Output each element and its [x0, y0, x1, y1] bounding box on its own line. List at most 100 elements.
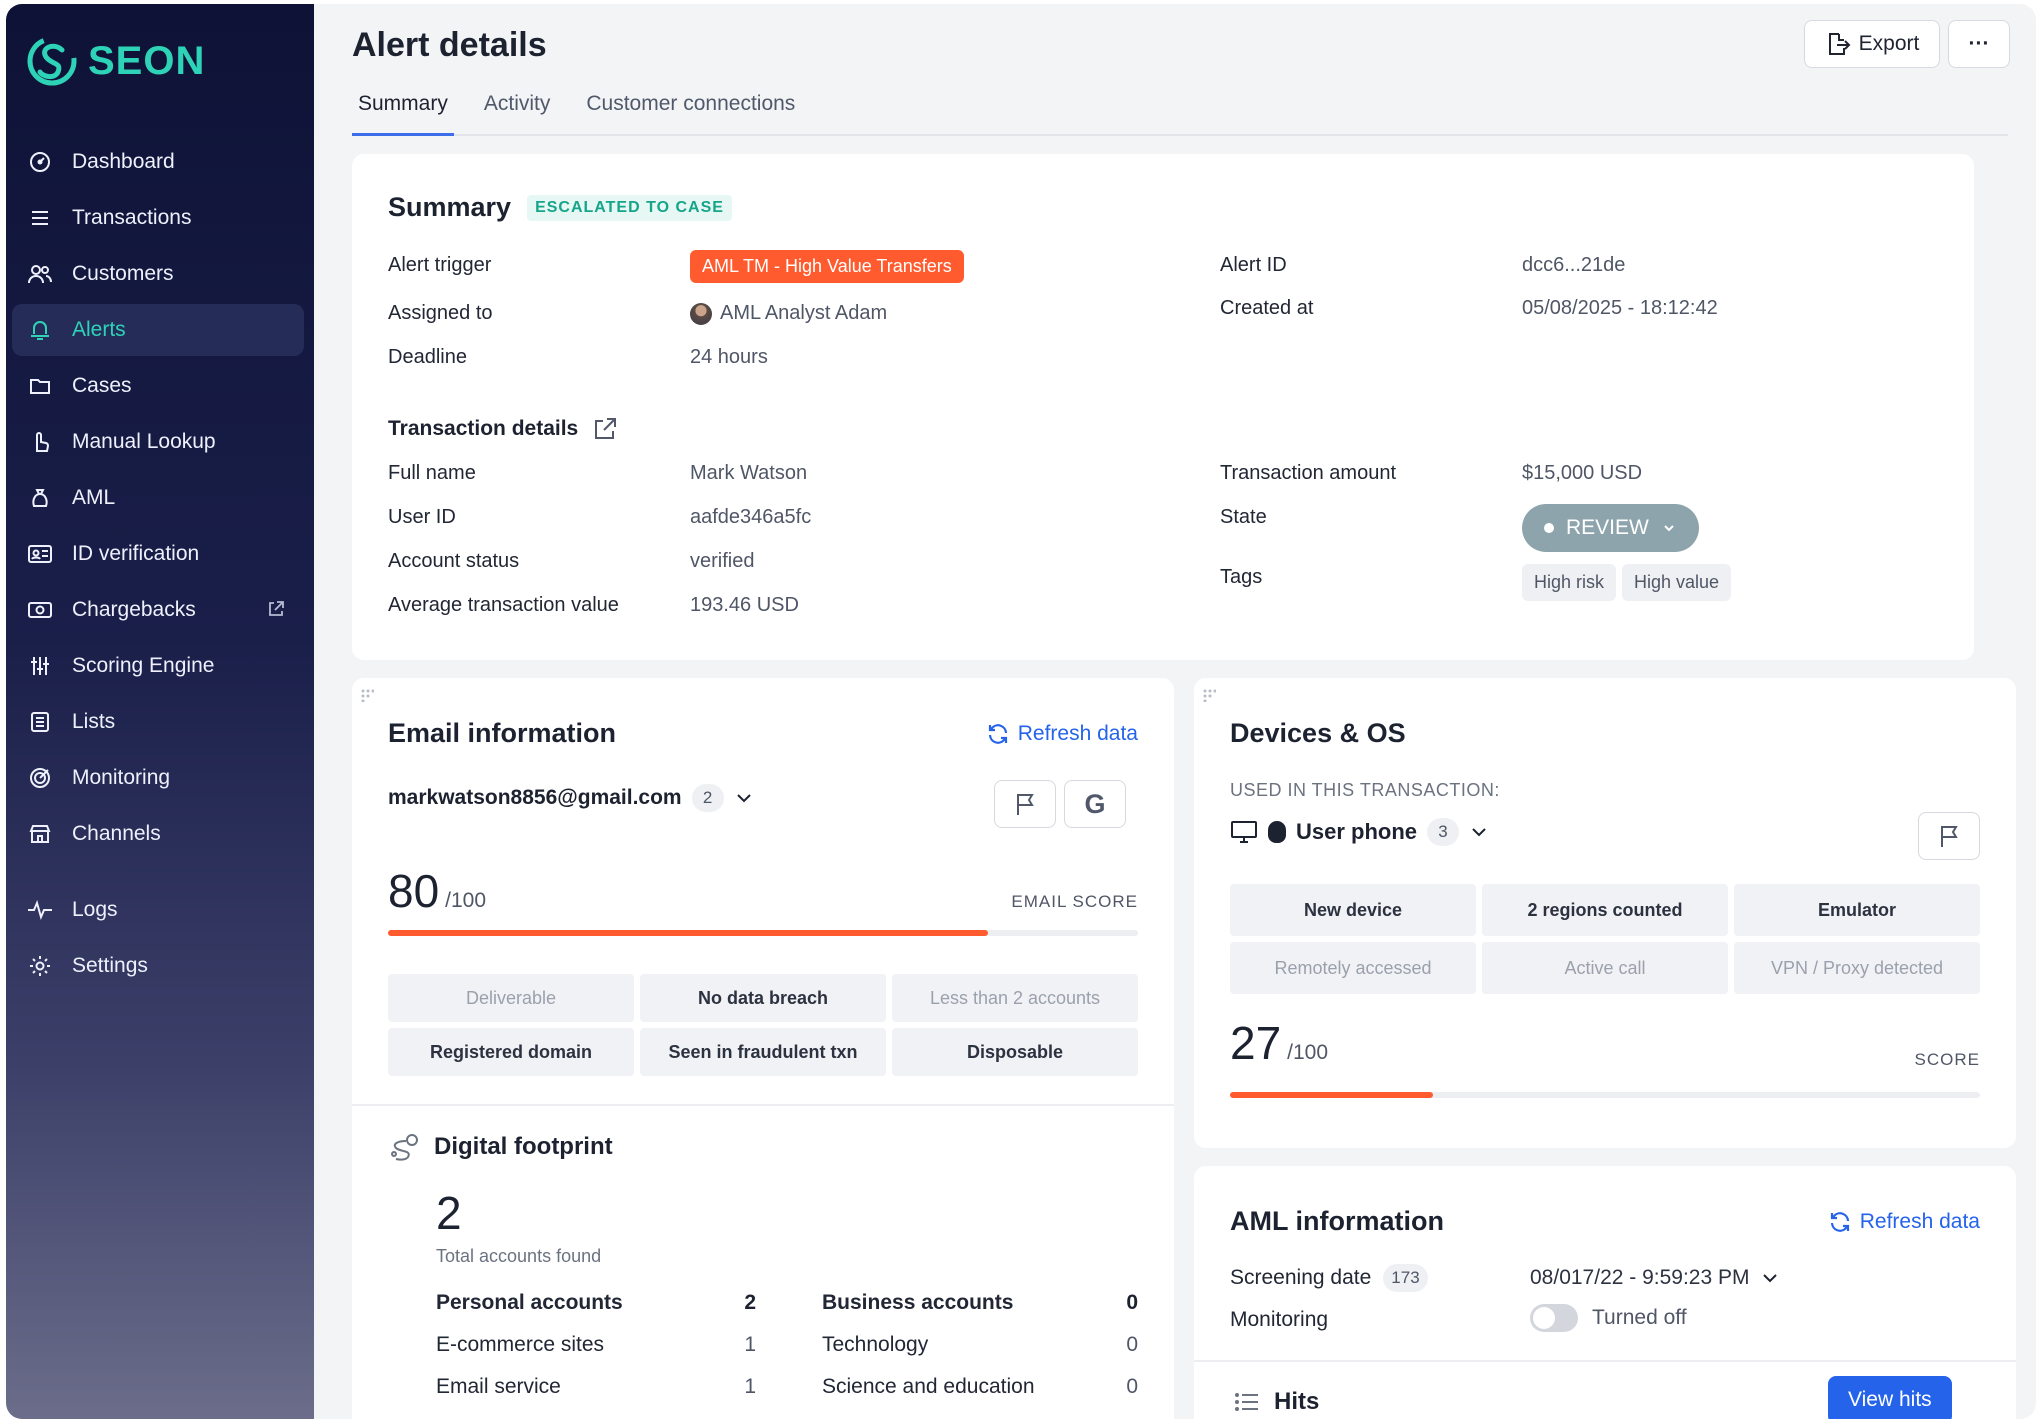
footprint-row: Science and education 0	[822, 1366, 1138, 1408]
external-link-icon	[269, 601, 284, 616]
state-dot-icon	[1544, 523, 1554, 533]
sidebar-item-logs[interactable]: Logs	[12, 884, 304, 936]
email-chip: Less than 2 accounts	[892, 974, 1138, 1022]
devices-title: Devices & OS	[1230, 718, 1406, 748]
aml-refresh-button[interactable]: Refresh data	[1828, 1210, 1980, 1234]
screening-date-value[interactable]: 08/017/22 - 9:59:23 PM	[1530, 1266, 1750, 1290]
sidebar-item-label: Scoring Engine	[72, 654, 215, 677]
open-external-icon[interactable]	[592, 416, 618, 442]
tab-activity[interactable]: Activity	[478, 86, 557, 136]
sidebar-item-label: Lists	[72, 710, 116, 733]
sidebar-item-settings[interactable]: Settings	[12, 940, 304, 992]
tag-high-risk[interactable]: High risk	[1522, 564, 1617, 601]
target-icon	[26, 764, 54, 792]
devices-chip: Active call	[1482, 942, 1728, 994]
page-title: Alert details	[352, 26, 547, 64]
state-value: REVIEW	[1566, 516, 1649, 539]
drag-handle-icon[interactable]	[360, 688, 374, 702]
header-actions: Export ···	[1804, 20, 2010, 68]
chevron-down-icon[interactable]	[1760, 1268, 1780, 1288]
view-hits-button[interactable]: View hits	[1828, 1376, 1952, 1419]
pointer-icon	[26, 428, 54, 456]
tab-bar: Summary Activity Customer connections	[352, 86, 2008, 136]
footprint-row-label: E-commerce sites	[436, 1333, 605, 1356]
folder-icon	[26, 372, 54, 400]
device-chip-grid: New device 2 regions counted Emulator Remot…	[1230, 884, 1980, 994]
email-refresh-button[interactable]: Refresh data	[986, 722, 1138, 746]
aml-card: AML information Refresh data Screening d…	[1194, 1166, 2016, 1419]
deadline-label: Deadline	[388, 346, 467, 368]
refresh-icon	[1830, 1212, 1849, 1232]
sidebar-item-customers[interactable]: Customers	[12, 248, 304, 300]
assigned-label: Assigned to	[388, 302, 493, 324]
google-icon: G	[1084, 788, 1106, 819]
sidebar-item-alerts[interactable]: Alerts	[12, 304, 304, 356]
footprint-row-label: Business accounts	[822, 1291, 1014, 1314]
tab-summary[interactable]: Summary	[352, 86, 454, 136]
footprint-title: Digital footprint	[434, 1133, 613, 1160]
sidebar-item-scoring-engine[interactable]: Scoring Engine	[12, 640, 304, 692]
sidebar-item-transactions[interactable]: Transactions	[12, 192, 304, 244]
created-label: Created at	[1220, 297, 1314, 319]
tag-high-value[interactable]: High value	[1622, 564, 1732, 601]
footprint-row-label: Science and education	[822, 1375, 1035, 1398]
account-status-value: verified	[690, 550, 755, 572]
chevron-down-icon[interactable]	[734, 788, 754, 808]
id-card-icon	[26, 540, 54, 568]
app-window: SEON Dashboard Transactions Customers Al…	[6, 4, 2036, 1419]
footprint-row-value: 0	[1126, 1333, 1138, 1356]
dashboard-icon	[26, 148, 54, 176]
chevron-down-icon[interactable]	[1469, 822, 1489, 842]
export-button[interactable]: Export	[1804, 20, 1940, 68]
footprint-left-list: Personal accounts 2 E-commerce sites 1 Email…	[436, 1282, 756, 1408]
divider	[1194, 1360, 2016, 1362]
summary-title: Summary	[388, 192, 512, 222]
flag-button[interactable]	[994, 780, 1056, 828]
sidebar-item-label: ID verification	[72, 542, 200, 565]
drag-handle-icon[interactable]	[1202, 688, 1216, 702]
sidebar-item-channels[interactable]: Channels	[12, 808, 304, 860]
more-options-button[interactable]: ···	[1948, 20, 2010, 68]
footprint-row-label: Personal accounts	[436, 1291, 623, 1314]
devices-card: Devices & OS USED IN THIS TRANSACTION: U…	[1194, 678, 2016, 1148]
device-score-label: SCORE	[1914, 1050, 1980, 1069]
more-icon: ···	[1968, 32, 1990, 55]
device-flag-button[interactable]	[1918, 812, 1980, 860]
sidebar-item-id-verification[interactable]: ID verification	[12, 528, 304, 580]
footprint-row-value: 1	[744, 1375, 756, 1398]
sidebar-item-lists[interactable]: Lists	[12, 696, 304, 748]
seon-logo-icon	[27, 36, 77, 86]
footprint-icon	[391, 1134, 418, 1161]
export-label: Export	[1858, 32, 1920, 55]
brand-logo[interactable]: SEON	[26, 32, 205, 90]
sidebar-item-dashboard[interactable]: Dashboard	[12, 136, 304, 188]
transaction-details-title: Transaction details	[388, 417, 579, 440]
state-dropdown[interactable]: REVIEW	[1522, 504, 1699, 552]
monitoring-toggle[interactable]	[1530, 1304, 1578, 1332]
sidebar-item-aml[interactable]: AML	[12, 472, 304, 524]
devices-chip: VPN / Proxy detected	[1734, 942, 1980, 994]
account-status-label: Account status	[388, 550, 520, 572]
sidebar-item-monitoring[interactable]: Monitoring	[12, 752, 304, 804]
sidebar-item-chargebacks[interactable]: Chargebacks	[12, 584, 304, 636]
footprint-row-value: 2	[744, 1291, 756, 1314]
created-value: 05/08/2025 - 18:12:42	[1522, 297, 1718, 319]
google-search-button[interactable]: G	[1064, 780, 1126, 828]
transaction-amount-label: Transaction amount	[1220, 462, 1397, 484]
tab-customer-connections[interactable]: Customer connections	[580, 86, 801, 136]
sidebar-item-manual-lookup[interactable]: Manual Lookup	[12, 416, 304, 468]
users-icon	[26, 260, 54, 288]
footprint-row: E-commerce sites 1	[436, 1324, 756, 1366]
export-icon	[1828, 33, 1851, 55]
screening-count-badge: 173	[1383, 1264, 1428, 1292]
money-icon	[26, 596, 54, 624]
assigned-value[interactable]: AML Analyst Adam	[720, 302, 887, 325]
email-chip: Seen in fraudulent txn	[640, 1028, 886, 1076]
email-chip: No data breach	[640, 974, 886, 1022]
sidebar-item-label: Cases	[72, 374, 132, 397]
average-transaction-label: Average transaction value	[388, 594, 619, 616]
aml-title: AML information	[1230, 1206, 1444, 1236]
full-name-label: Full name	[388, 462, 476, 484]
sidebar-item-cases[interactable]: Cases	[12, 360, 304, 412]
sidebar-item-label: AML	[72, 486, 116, 509]
